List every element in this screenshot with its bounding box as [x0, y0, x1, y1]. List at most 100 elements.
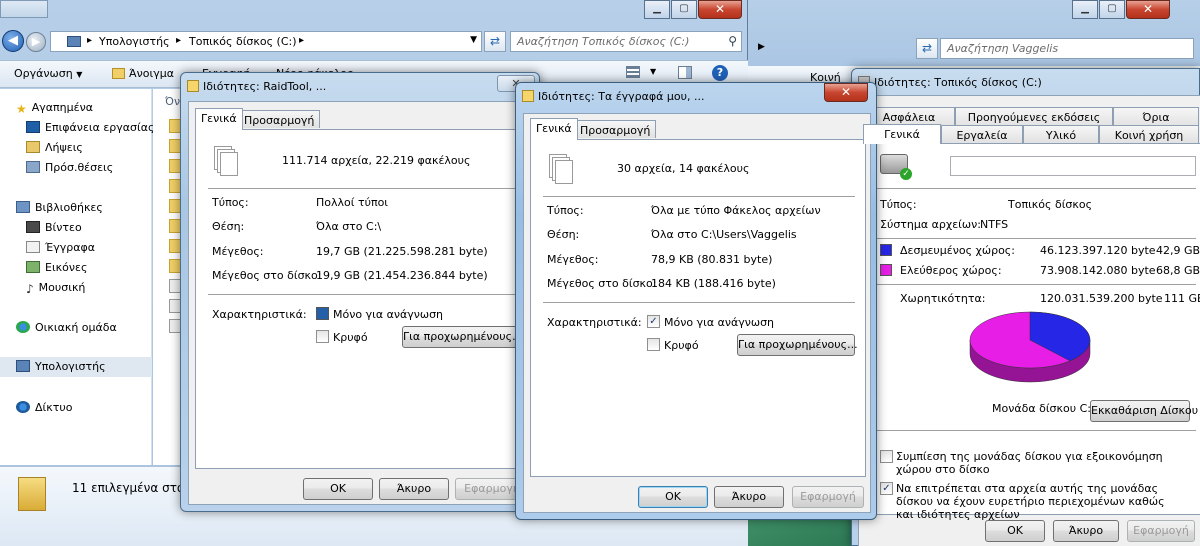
navigation-pane: ★ Αγαπημένα Επιφάνεια εργασίας Λήψεις Πρό… — [0, 89, 154, 465]
index-label: Να επιτρέπεται στα αρχεία αυτής της μονά… — [896, 482, 1165, 521]
advanced-button[interactable]: Για προχωρημένους... — [402, 326, 523, 348]
nav-network[interactable]: Δίκτυο — [16, 401, 72, 414]
nav-recent[interactable]: Πρόσ.θέσεις — [26, 161, 113, 174]
type-label: Τύπος: — [880, 198, 917, 211]
folder-icon — [522, 90, 534, 102]
organize-button[interactable]: Οργάνωση ▼ — [14, 67, 82, 80]
forward-arrow-icon: ▶ — [31, 35, 41, 48]
capacity-bytes: 120.031.539.200 byte — [1040, 292, 1163, 305]
view-dropdown-icon[interactable]: ▼ — [650, 67, 656, 76]
cancel-button[interactable]: Άκυρο — [1053, 520, 1119, 542]
nav-homegroup[interactable]: Οικιακή ομάδα — [16, 321, 117, 334]
used-space-gb: 42,9 GB — [1156, 244, 1200, 257]
view-options-icon[interactable] — [626, 66, 640, 78]
address-bar[interactable]: ▸ Υπολογιστής ▸ Τοπικός δίσκος (C:) ▸ ▼ — [50, 31, 482, 52]
cancel-button[interactable]: Άκυρο — [379, 478, 449, 500]
tab-customize[interactable]: Προσαρμογή — [574, 120, 657, 138]
address-dropdown-icon[interactable]: ▼ — [470, 35, 477, 45]
multiple-files-icon — [214, 146, 240, 178]
tab-sharing[interactable]: Κοινή χρήση — [1099, 125, 1199, 143]
tab-general[interactable]: Γενικά — [863, 124, 941, 144]
tab-quota[interactable]: Όρια — [1113, 107, 1199, 127]
drive-label: Μονάδα δίσκου C: — [992, 402, 1091, 415]
divider — [543, 302, 855, 303]
address-dropdown-icon[interactable]: ▶ — [758, 42, 765, 52]
type-value: Πολλοί τύποι — [316, 196, 389, 209]
tab-customize[interactable]: Προσαρμογή — [238, 110, 321, 128]
refresh-button[interactable]: ⇄ — [916, 38, 938, 59]
nav-computer[interactable]: Υπολογιστής — [0, 357, 152, 377]
readonly-checkbox[interactable] — [316, 307, 329, 320]
nav-libraries[interactable]: Βιβλιοθήκες — [16, 201, 103, 214]
status-text: 11 επιλεγμένα στοιχ — [72, 481, 196, 495]
size-on-disk-value: 19,9 GB (21.454.236.844 byte) — [316, 269, 488, 282]
type-label: Τύπος: — [212, 196, 249, 209]
volume-label-input[interactable] — [950, 156, 1196, 176]
compress-checkbox[interactable] — [880, 450, 893, 463]
search-icon[interactable]: ⚲ — [728, 34, 737, 48]
forward-button[interactable]: ▶ — [26, 32, 46, 52]
minimize-button[interactable]: ▁ — [1072, 0, 1098, 19]
filesystem-value: NTFS — [980, 218, 1009, 231]
search-input[interactable]: Αναζήτηση Vaggelis — [940, 38, 1194, 59]
ok-button[interactable]: OK — [985, 520, 1045, 542]
nav-documents[interactable]: Έγγραφα — [26, 241, 95, 254]
nav-favorites[interactable]: ★ Αγαπημένα — [16, 101, 93, 116]
location-value: Όλα στο C:\Users\Vaggelis — [651, 228, 797, 241]
help-icon[interactable]: ? — [712, 65, 728, 81]
divider — [876, 188, 1196, 189]
close-button[interactable]: ✕ — [824, 83, 868, 102]
breadcrumb-local-disk[interactable]: Τοπικός δίσκος (C:) — [189, 35, 297, 48]
tab-hardware[interactable]: Υλικό — [1023, 125, 1099, 143]
free-space-swatch — [880, 264, 892, 276]
tab-tools[interactable]: Εργαλεία — [941, 125, 1023, 143]
nav-desktop[interactable]: Επιφάνεια εργασίας — [26, 121, 154, 134]
dialog-body: Γενικά Προσαρμογή 30 αρχεία, 14 φακέλους… — [523, 113, 871, 513]
tab-general[interactable]: Γενικά — [530, 118, 578, 140]
column-header-name[interactable]: Όν — [165, 95, 180, 108]
back-arrow-icon: ◀ — [8, 33, 18, 48]
nav-videos[interactable]: Βίντεο — [26, 221, 82, 234]
index-checkbox[interactable]: ✓ — [880, 482, 893, 495]
nav-music[interactable]: ♪ Μουσική — [26, 281, 85, 296]
readonly-label: Μόνο για ανάγνωση — [664, 316, 775, 329]
maximize-button[interactable]: ▢ — [1099, 0, 1125, 19]
apply-button[interactable]: Εφαρμογή — [792, 486, 864, 508]
type-label: Τύπος: — [547, 204, 584, 217]
general-tab-panel: 111.714 αρχεία, 22.219 φακέλους Τύπος: Π… — [195, 129, 529, 469]
apply-button[interactable]: Εφαρμογή — [1127, 520, 1195, 542]
search-placeholder: Αναζήτηση Τοπικός δίσκος (C:) — [517, 35, 690, 48]
disk-cleanup-button[interactable]: Εκκαθάριση Δίσκου — [1090, 400, 1198, 422]
open-button[interactable]: Άνοιγμα — [112, 67, 174, 80]
breadcrumb-computer[interactable]: Υπολογιστής — [99, 35, 170, 48]
downloads-icon — [26, 141, 40, 153]
tab-previous-versions[interactable]: Προηγούμενες εκδόσεις — [955, 107, 1113, 127]
hidden-label: Κρυφό — [333, 331, 368, 344]
readonly-checkbox[interactable]: ✓ — [647, 315, 660, 328]
minimize-button[interactable]: ▁ — [644, 0, 670, 19]
maximize-button[interactable]: ▢ — [671, 0, 697, 19]
nav-pictures[interactable]: Εικόνες — [26, 261, 87, 274]
close-button[interactable]: ✕ — [698, 0, 742, 19]
preview-pane-icon[interactable] — [678, 66, 692, 79]
summary-text: 111.714 αρχεία, 22.219 φακέλους — [282, 154, 471, 167]
type-value: Όλα με τύπο Φάκελος αρχείων — [651, 204, 821, 217]
cancel-button[interactable]: Άκυρο — [714, 486, 784, 508]
check-badge-icon: ✓ — [900, 168, 912, 180]
divider — [208, 188, 518, 189]
ok-button[interactable]: OK — [303, 478, 373, 500]
tab-general[interactable]: Γενικά — [195, 108, 243, 130]
hidden-checkbox[interactable] — [316, 330, 329, 343]
attributes-label: Χαρακτηριστικά: — [547, 316, 642, 329]
advanced-button[interactable]: Για προχωρημένους... — [737, 334, 858, 356]
search-input[interactable]: Αναζήτηση Τοπικός δίσκος (C:) ⚲ — [510, 31, 742, 52]
documents-icon — [26, 241, 40, 253]
breadcrumb-chevron-icon: ▸ — [176, 35, 182, 46]
nav-downloads[interactable]: Λήψεις — [26, 141, 83, 154]
divider — [543, 196, 855, 197]
hidden-checkbox[interactable] — [647, 338, 660, 351]
refresh-button[interactable]: ⇄ — [484, 31, 506, 52]
ok-button[interactable]: OK — [638, 486, 708, 508]
back-button[interactable]: ◀ — [2, 30, 24, 52]
close-button[interactable]: ✕ — [1126, 0, 1170, 19]
